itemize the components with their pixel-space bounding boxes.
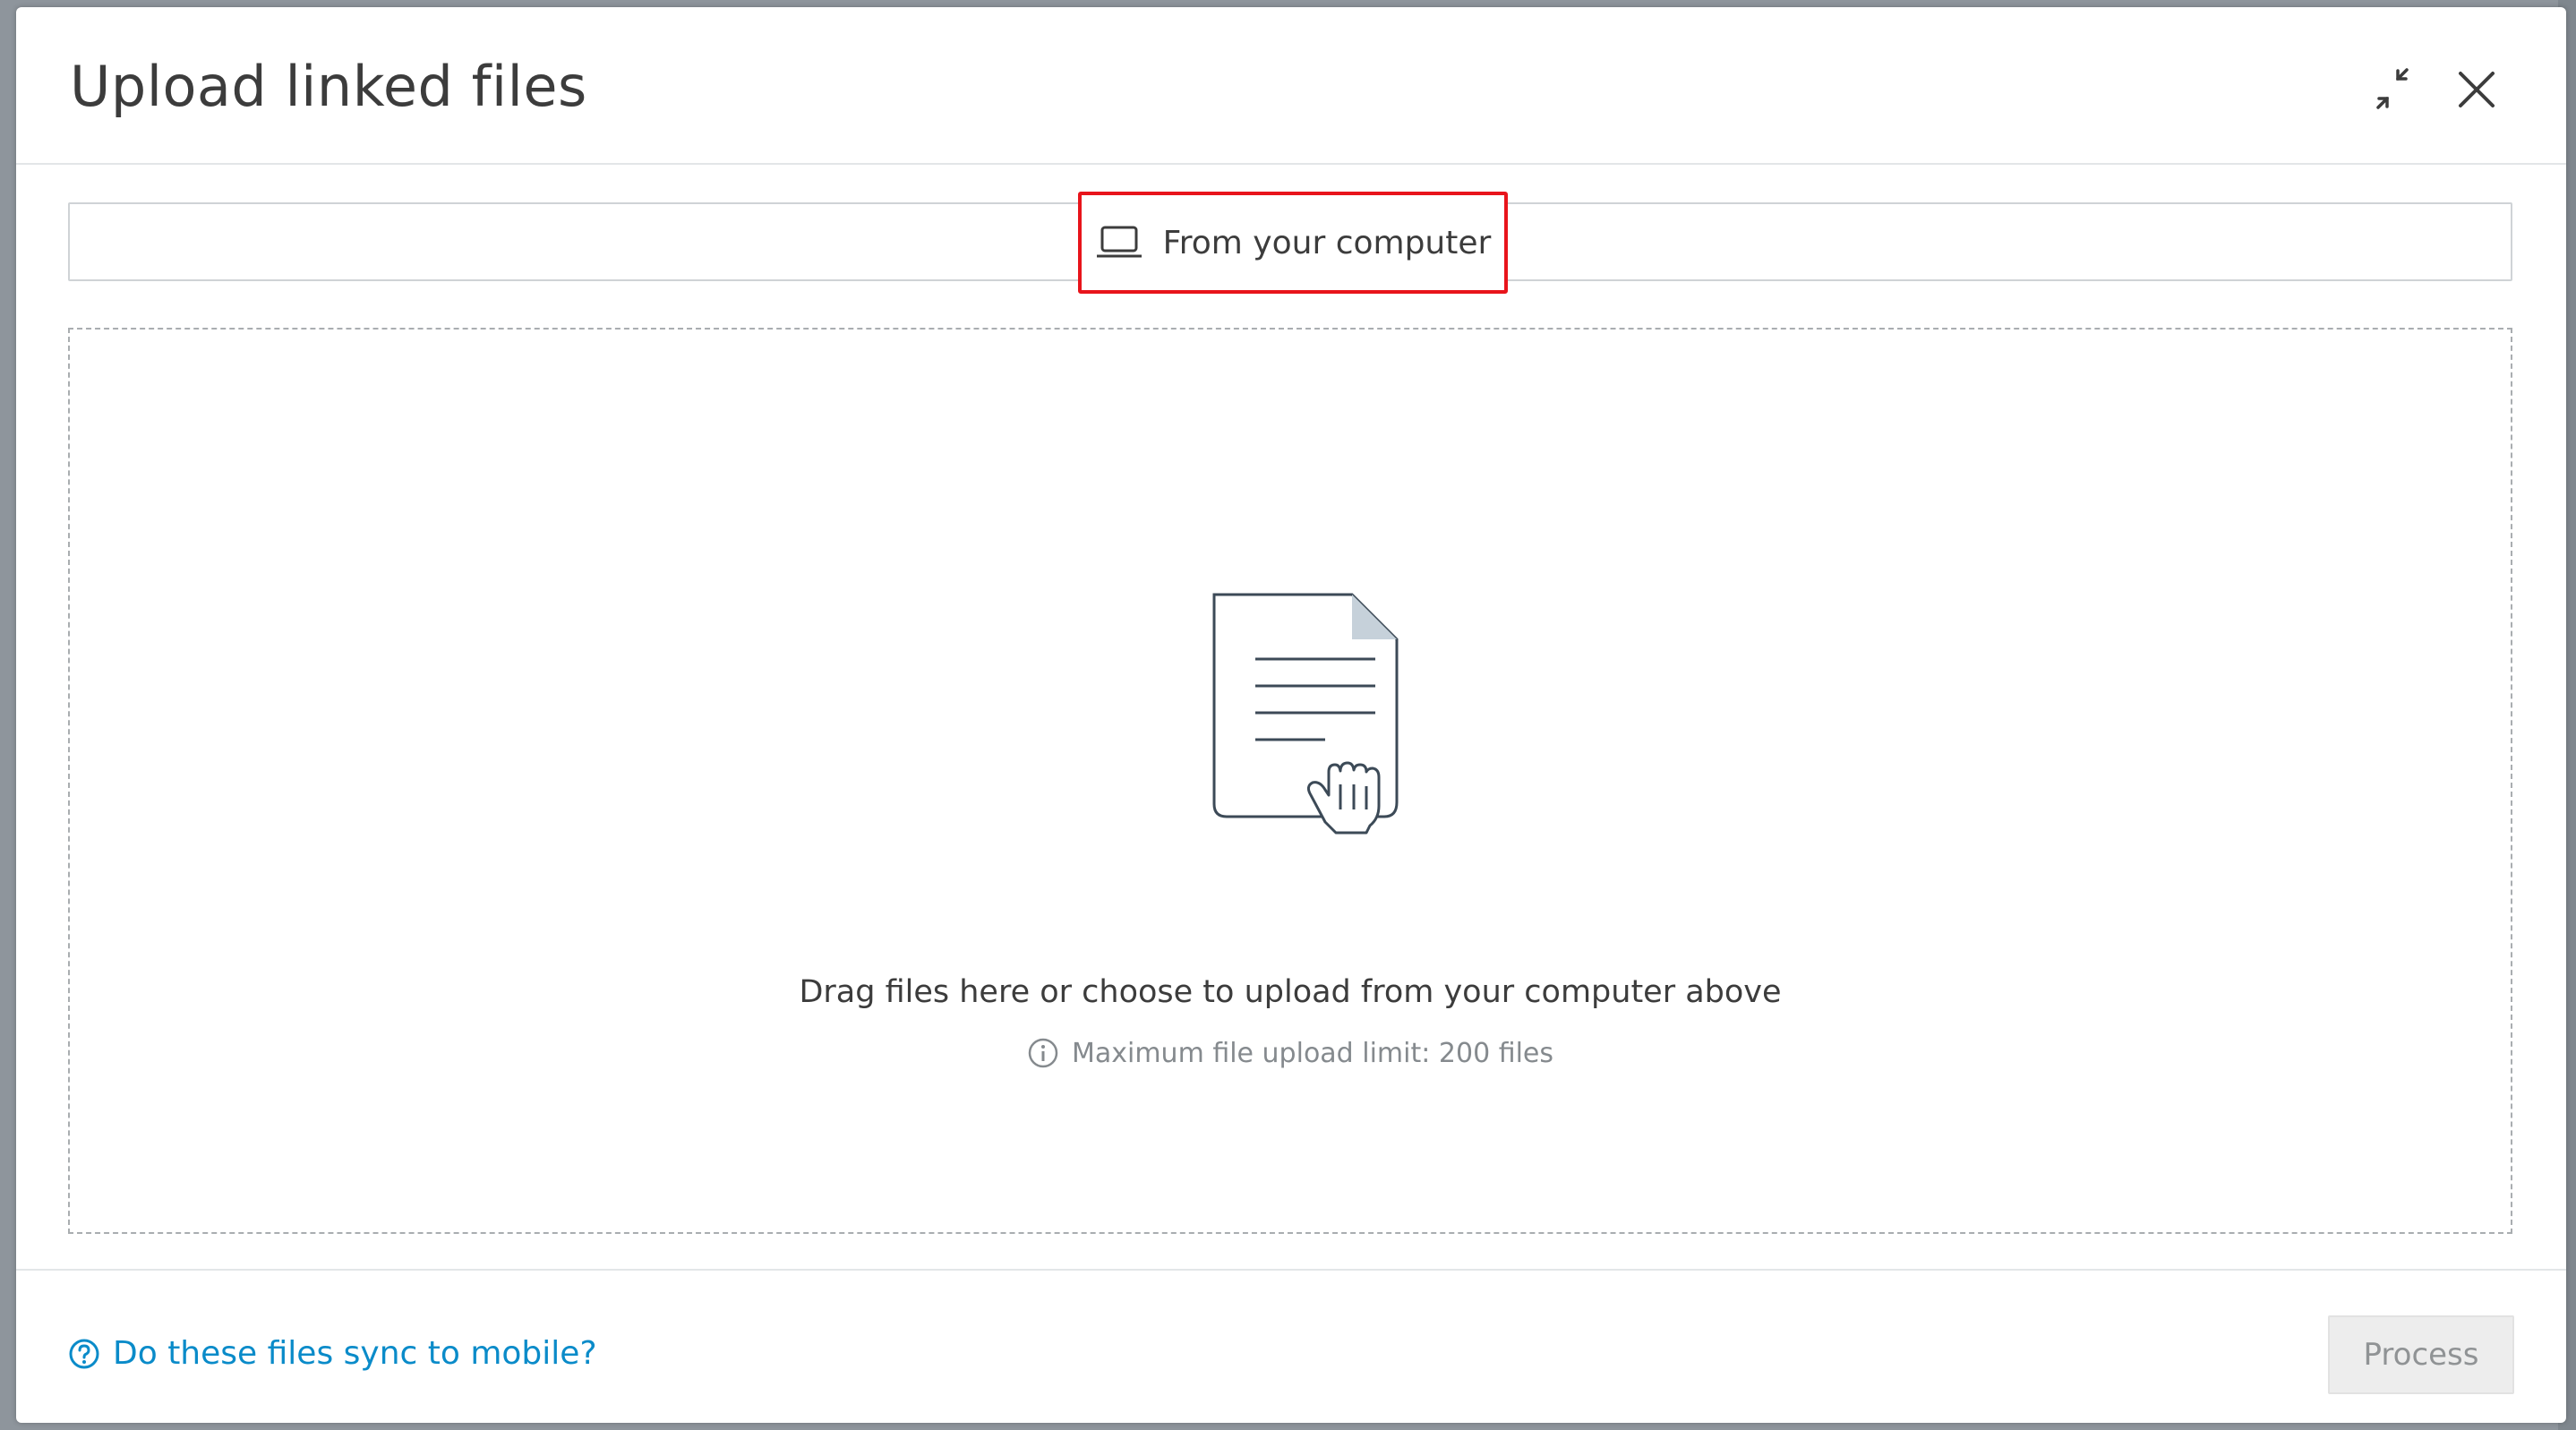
dialog-footer: Do these files sync to mobile? Process (16, 1269, 2566, 1423)
sync-to-mobile-link-text: Do these files sync to mobile? (113, 1335, 597, 1372)
minimize-icon (2376, 68, 2409, 109)
dialog-header: Upload linked files (16, 7, 2566, 165)
dialog-title: Upload linked files (70, 54, 587, 119)
drop-zone-instruction: Drag files here or choose to upload from… (799, 974, 1782, 1010)
from-your-computer-button[interactable]: From your computer (1078, 192, 1508, 294)
close-icon (2459, 72, 2495, 107)
minimize-button[interactable] (2367, 61, 2425, 118)
file-drop-zone[interactable]: Drag files here or choose to upload from… (68, 328, 2512, 1234)
from-your-computer-label: From your computer (1162, 224, 1492, 261)
process-button[interactable]: Process (2328, 1315, 2514, 1394)
question-circle-icon (69, 1339, 99, 1368)
laptop-icon (1096, 226, 1142, 258)
upload-linked-files-dialog: Upload linked files From your computer D… (16, 7, 2566, 1423)
document-drag-icon (1212, 593, 1399, 835)
upload-limit-text: Maximum file upload limit: 200 files (1071, 1037, 1554, 1069)
sync-to-mobile-help-link[interactable]: Do these files sync to mobile? (68, 1335, 597, 1372)
upload-limit-note: Maximum file upload limit: 200 files (70, 1037, 2511, 1069)
close-button[interactable] (2448, 61, 2505, 118)
info-icon (1028, 1038, 1058, 1068)
